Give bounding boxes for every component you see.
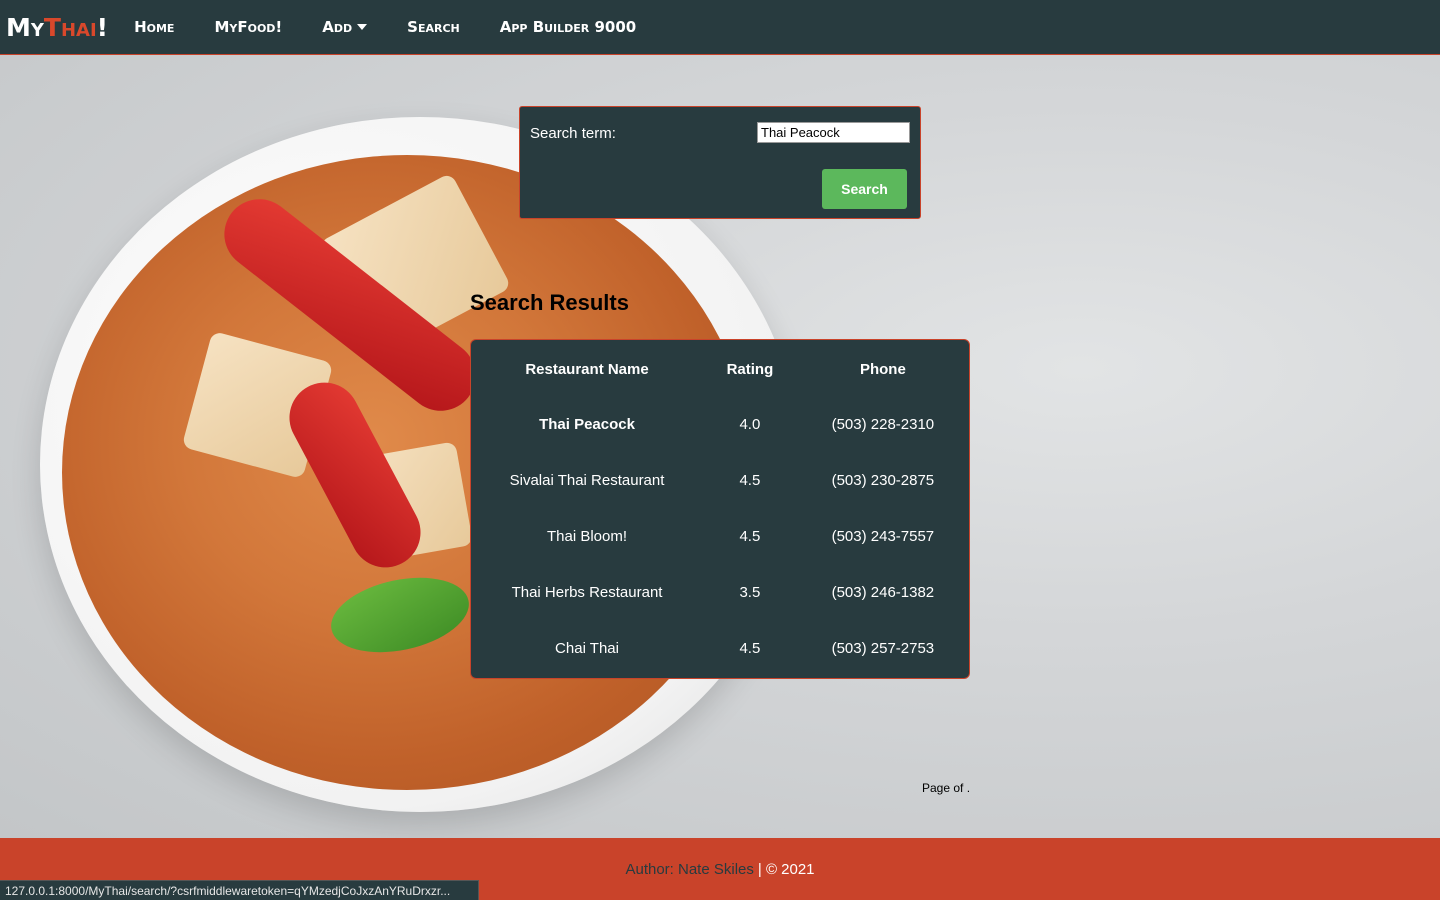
search-form: Search term: Search xyxy=(519,106,921,219)
brand-part-my: My xyxy=(6,12,44,42)
search-term-label: Search term: xyxy=(530,125,616,142)
restaurant-rating: 4.5 xyxy=(739,471,761,489)
restaurant-name[interactable]: Thai Herbs Restaurant xyxy=(471,564,703,620)
nav-add-label: Add xyxy=(322,18,353,36)
table-row[interactable]: Thai Peacock 4.0 (503) 228-2310 xyxy=(471,396,969,452)
table-row[interactable]: Chai Thai 4.5 (503) 257-2753 xyxy=(471,620,969,676)
header-phone: Phone xyxy=(859,360,906,378)
restaurant-rating: 4.5 xyxy=(739,527,761,545)
restaurant-phone: (503) 257-2753 xyxy=(831,639,935,657)
restaurant-phone: (503) 230-2875 xyxy=(831,471,935,489)
brand-part-thai: Thai xyxy=(43,12,97,42)
nav-myfood[interactable]: MyFood! xyxy=(214,18,282,36)
search-button[interactable]: Search xyxy=(822,169,907,209)
table-row[interactable]: Thai Herbs Restaurant 3.5 (503) 246-1382 xyxy=(471,564,969,620)
table-row[interactable]: Sivalai Thai Restaurant 4.5 (503) 230-28… xyxy=(471,452,969,508)
table-row[interactable]: Thai Bloom! 4.5 (503) 243-7557 xyxy=(471,508,969,564)
nav-search[interactable]: Search xyxy=(407,18,460,36)
footer-author: Author: Nate Skiles xyxy=(625,860,754,878)
caret-down-icon xyxy=(357,24,368,30)
restaurant-rating: 4.0 xyxy=(739,415,761,433)
nav-home[interactable]: Home xyxy=(134,18,174,36)
pagination-text: Page of . xyxy=(922,781,971,795)
header-restaurant-name: Restaurant Name xyxy=(525,360,649,378)
brand-logo[interactable]: MyThai! xyxy=(6,13,108,42)
restaurant-name[interactable]: Chai Thai xyxy=(471,620,703,676)
results-title: Search Results xyxy=(470,290,629,315)
results-panel: Restaurant Name Rating Phone Thai Peacoc… xyxy=(470,339,970,679)
browser-status-url: 127.0.0.1:8000/MyThai/search/?csrfmiddle… xyxy=(0,880,479,900)
restaurant-rating: 4.5 xyxy=(739,639,761,657)
header-rating: Rating xyxy=(726,360,774,378)
restaurant-name[interactable]: Sivalai Thai Restaurant xyxy=(471,452,703,508)
restaurant-name[interactable]: Thai Peacock xyxy=(471,396,703,452)
navbar: MyThai! Home MyFood! Add Search App Buil… xyxy=(0,0,1440,55)
restaurant-name[interactable]: Thai Bloom! xyxy=(471,508,703,564)
table-header-row: Restaurant Name Rating Phone xyxy=(471,340,969,396)
nav-add-dropdown[interactable]: Add xyxy=(322,18,368,36)
restaurant-rating: 3.5 xyxy=(739,583,761,601)
restaurant-phone: (503) 243-7557 xyxy=(831,527,935,545)
results-table: Restaurant Name Rating Phone Thai Peacoc… xyxy=(471,340,969,676)
restaurant-phone: (503) 246-1382 xyxy=(831,583,935,601)
restaurant-phone: (503) 228-2310 xyxy=(831,415,935,433)
nav-app-builder[interactable]: App Builder 9000 xyxy=(500,18,637,36)
search-input[interactable] xyxy=(757,122,910,143)
brand-part-bang: ! xyxy=(96,12,109,42)
footer-copyright: | © 2021 xyxy=(757,860,815,878)
